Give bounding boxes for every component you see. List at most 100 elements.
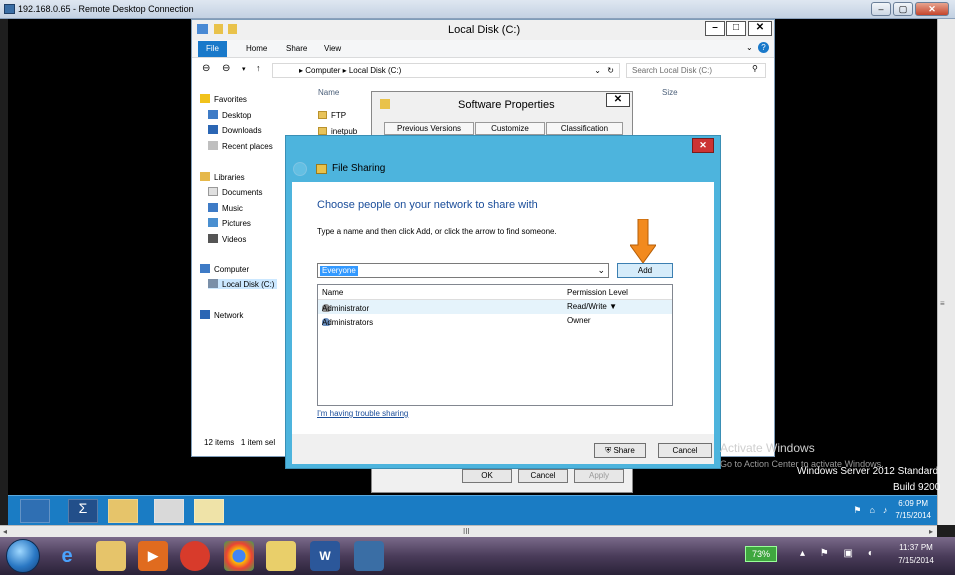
tab-home[interactable]: Home — [238, 41, 275, 57]
nav-item-downloads[interactable]: Downloads — [222, 126, 262, 135]
explorer-minimize-button[interactable]: – — [705, 21, 725, 36]
nav-item-libraries[interactable]: Libraries — [214, 173, 245, 182]
properties-taskbar-icon[interactable] — [154, 499, 184, 523]
column-header-permission[interactable]: Permission Level — [567, 288, 628, 297]
tab-view[interactable]: View — [316, 41, 349, 57]
permission-dropdown[interactable]: Read/Write ▼ — [567, 302, 617, 311]
nav-item-recent-places[interactable]: Recent places — [222, 142, 273, 151]
nav-item-music[interactable]: Music — [222, 204, 243, 213]
host-time: 11:37 PM — [899, 543, 933, 552]
file-sharing-close-button[interactable]: ✕ — [692, 138, 714, 153]
chrome-icon[interactable] — [224, 541, 254, 571]
column-header-name[interactable]: Name — [318, 88, 339, 97]
column-header-size[interactable]: Size — [662, 88, 678, 97]
scroll-right-icon[interactable]: ▸ — [929, 527, 933, 536]
maximize-button[interactable]: ▢ — [893, 2, 913, 16]
file-explorer-icon[interactable] — [96, 541, 126, 571]
back-icon[interactable]: ⊖ — [202, 63, 210, 74]
cancel-button[interactable]: Cancel — [658, 443, 712, 458]
share-name-input[interactable]: Everyone ⌄ — [317, 263, 609, 278]
folder-icon[interactable] — [266, 541, 296, 571]
apply-button[interactable]: Apply — [574, 469, 624, 483]
flag-icon[interactable]: ⚑ — [853, 505, 861, 516]
drive-icon — [197, 24, 208, 34]
search-input[interactable]: Search Local Disk (C:) — [626, 63, 766, 78]
host-clock[interactable]: 11:37 PM 7/15/2014 — [888, 541, 944, 567]
recent-dropdown-icon[interactable]: ▾ — [242, 65, 246, 73]
explorer-taskbar-icon[interactable] — [108, 499, 138, 523]
remote-desktop-icon[interactable] — [354, 541, 384, 571]
chevron-down-icon[interactable]: ⌄ — [597, 265, 605, 276]
share-button[interactable]: ⛨ Share — [594, 443, 646, 458]
volume-icon[interactable]: ♪ — [883, 505, 888, 515]
ok-button[interactable]: OK — [462, 469, 512, 483]
file-sharing-taskbar-icon[interactable] — [194, 499, 224, 523]
search-icon[interactable]: ⚲ — [752, 64, 758, 73]
tab-classification[interactable]: Classification — [546, 122, 623, 135]
share-list: Name Permission Level Administrator Read… — [317, 284, 673, 406]
scroll-thumb-icon[interactable]: ≡ — [940, 299, 945, 308]
add-button[interactable]: Add — [617, 263, 673, 278]
remote-clock[interactable]: 6:09 PM 7/15/2014 — [895, 498, 931, 522]
nav-item-desktop[interactable]: Desktop — [222, 111, 251, 120]
folder-icon — [318, 111, 327, 119]
folder-icon — [380, 99, 390, 109]
file-name: FTP — [331, 111, 347, 120]
host-tray-icons[interactable]: ▴ ⚑ ▣ ◐ — [800, 548, 880, 559]
desktop-icon — [208, 110, 218, 119]
tab-share[interactable]: Share — [278, 41, 315, 57]
explorer-close-button[interactable]: ✕ — [748, 21, 772, 36]
tab-previous-versions[interactable]: Previous Versions — [384, 122, 474, 135]
nav-item-pictures[interactable]: Pictures — [222, 219, 251, 228]
cancel-button[interactable]: Cancel — [518, 469, 568, 483]
status-selected: 1 item sel — [240, 438, 276, 447]
minimize-button[interactable]: – — [871, 2, 891, 16]
file-sharing-dialog: ✕ File Sharing Choose people on your net… — [285, 135, 721, 469]
table-row[interactable]: Administrator Read/Write ▼ — [318, 300, 672, 314]
properties-icon — [228, 24, 237, 34]
file-sharing-footer: ⛨ Share Cancel — [292, 434, 714, 464]
nav-item-network[interactable]: Network — [214, 311, 243, 320]
trouble-sharing-link[interactable]: I'm having trouble sharing — [317, 409, 408, 418]
up-icon[interactable]: ↑ — [256, 63, 261, 73]
refresh-icon[interactable]: ↻ — [607, 64, 614, 77]
tab-file[interactable]: File — [198, 41, 227, 57]
close-button[interactable]: ✕ — [915, 2, 949, 16]
nav-item-videos[interactable]: Videos — [222, 235, 246, 244]
media-player-icon[interactable]: ▶ — [138, 541, 168, 571]
nav-item-local-disk[interactable]: Local Disk (C:) — [222, 280, 274, 289]
scroll-thumb-mark[interactable]: III — [463, 527, 470, 536]
internet-explorer-icon[interactable]: e — [52, 541, 82, 571]
nav-item-computer[interactable]: Computer — [214, 265, 249, 274]
back-icon[interactable] — [293, 162, 307, 176]
address-bar[interactable]: ▸ Computer ▸ Local Disk (C:) ⌄ ↻ — [272, 63, 620, 78]
tab-customize[interactable]: Customize — [475, 122, 545, 135]
network-icon — [200, 310, 210, 319]
breadcrumb-local-disk[interactable]: Local Disk (C:) — [349, 66, 401, 75]
explorer-maximize-button[interactable]: □ — [726, 21, 746, 36]
os-edition-text: Windows Server 2012 Standard — [797, 466, 939, 477]
host-taskbar: e ▶ W 73% ▴ ⚑ ▣ ◐ 11:37 PM 7/15/2014 — [0, 537, 955, 575]
nav-item-favorites[interactable]: Favorites — [214, 95, 247, 104]
scroll-left-icon[interactable]: ◂ — [3, 527, 7, 536]
table-row[interactable]: Administrators Owner — [318, 314, 672, 328]
word-icon[interactable]: W — [310, 541, 340, 571]
vertical-scrollbar[interactable]: ≡ — [937, 19, 955, 525]
breadcrumb-computer[interactable]: Computer — [305, 66, 340, 75]
properties-close-button[interactable]: ✕ — [606, 93, 630, 107]
app-icon[interactable] — [180, 541, 210, 571]
list-item[interactable]: FTP — [318, 111, 346, 120]
network-tray-icon[interactable]: ⌂ — [869, 505, 874, 515]
forward-icon[interactable]: ⊖ — [222, 63, 230, 74]
battery-indicator[interactable]: 73% — [745, 546, 777, 562]
start-button[interactable] — [6, 539, 40, 573]
help-icon[interactable]: ? — [758, 42, 769, 53]
column-header-name[interactable]: Name — [322, 288, 343, 297]
server-manager-icon[interactable] — [20, 499, 50, 523]
powershell-icon[interactable]: Σ — [68, 499, 98, 523]
address-dropdown-icon[interactable]: ⌄ — [594, 64, 601, 77]
horizontal-scrollbar[interactable]: ◂ III ▸ — [0, 525, 937, 537]
nav-item-documents[interactable]: Documents — [222, 188, 262, 197]
ribbon-expand-icon[interactable]: ⌄ — [746, 43, 753, 52]
share-name-value: Everyone — [320, 266, 358, 276]
